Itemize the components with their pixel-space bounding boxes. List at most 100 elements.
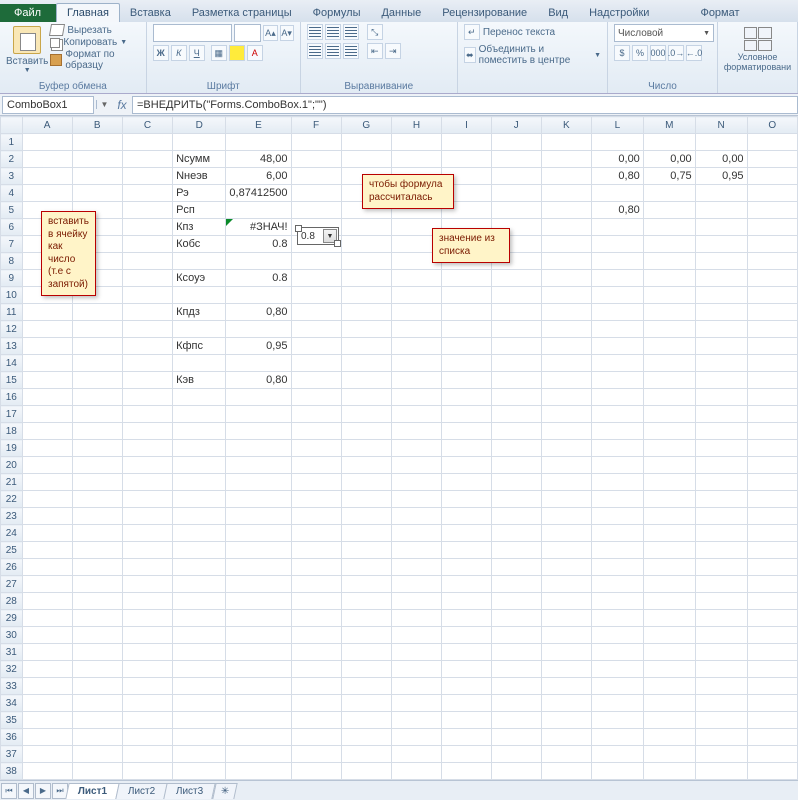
cell-N5[interactable] <box>695 202 747 219</box>
cell-F10[interactable] <box>291 287 341 304</box>
cell-N38[interactable] <box>695 763 747 780</box>
cell-J31[interactable] <box>491 644 541 661</box>
cell-E11[interactable]: 0,80 <box>226 304 291 321</box>
cell-D17[interactable] <box>173 406 226 423</box>
cell-A35[interactable] <box>22 712 72 729</box>
cell-E24[interactable] <box>226 525 291 542</box>
formatpainter-button[interactable]: Формат по образцу <box>50 49 139 71</box>
cell-O17[interactable] <box>747 406 797 423</box>
cell-B34[interactable] <box>72 695 122 712</box>
cell-O13[interactable] <box>747 338 797 355</box>
cell-O6[interactable] <box>747 219 797 236</box>
cell-O19[interactable] <box>747 440 797 457</box>
row-header-25[interactable]: 25 <box>1 542 23 559</box>
cell-K21[interactable] <box>541 474 591 491</box>
cell-C3[interactable] <box>122 168 172 185</box>
cell-E10[interactable] <box>226 287 291 304</box>
cell-E21[interactable] <box>226 474 291 491</box>
cell-D8[interactable] <box>173 253 226 270</box>
cell-D34[interactable] <box>173 695 226 712</box>
select-all-corner[interactable] <box>1 117 23 134</box>
cell-F27[interactable] <box>291 576 341 593</box>
cell-B28[interactable] <box>72 593 122 610</box>
cell-E4[interactable]: 0,87412500 <box>226 185 291 202</box>
cell-L17[interactable] <box>591 406 643 423</box>
cell-D12[interactable] <box>173 321 226 338</box>
cell-N35[interactable] <box>695 712 747 729</box>
cell-B21[interactable] <box>72 474 122 491</box>
cell-N6[interactable] <box>695 219 747 236</box>
cell-J24[interactable] <box>491 525 541 542</box>
cell-L33[interactable] <box>591 678 643 695</box>
row-header-22[interactable]: 22 <box>1 491 23 508</box>
cell-B35[interactable] <box>72 712 122 729</box>
cell-L13[interactable] <box>591 338 643 355</box>
cell-C18[interactable] <box>122 423 172 440</box>
cell-N2[interactable]: 0,00 <box>695 151 747 168</box>
cell-F29[interactable] <box>291 610 341 627</box>
cell-D11[interactable]: Кпдз <box>173 304 226 321</box>
cell-K27[interactable] <box>541 576 591 593</box>
row-header-27[interactable]: 27 <box>1 576 23 593</box>
cell-L38[interactable] <box>591 763 643 780</box>
cell-F28[interactable] <box>291 593 341 610</box>
cell-L37[interactable] <box>591 746 643 763</box>
cell-K34[interactable] <box>541 695 591 712</box>
cell-K12[interactable] <box>541 321 591 338</box>
cell-N31[interactable] <box>695 644 747 661</box>
row-header-36[interactable]: 36 <box>1 729 23 746</box>
tab-formulas[interactable]: Формулы <box>303 4 372 22</box>
cell-G34[interactable] <box>341 695 391 712</box>
cell-N24[interactable] <box>695 525 747 542</box>
cell-K23[interactable] <box>541 508 591 525</box>
cell-L35[interactable] <box>591 712 643 729</box>
cell-L3[interactable]: 0,80 <box>591 168 643 185</box>
cell-O25[interactable] <box>747 542 797 559</box>
cell-F1[interactable] <box>291 134 341 151</box>
cell-C22[interactable] <box>122 491 172 508</box>
cell-O11[interactable] <box>747 304 797 321</box>
dec-decimal-button[interactable]: ←.0 <box>686 45 702 61</box>
cell-J22[interactable] <box>491 491 541 508</box>
row-header-30[interactable]: 30 <box>1 627 23 644</box>
cell-I32[interactable] <box>442 661 492 678</box>
cell-L7[interactable] <box>591 236 643 253</box>
cell-K18[interactable] <box>541 423 591 440</box>
cell-F23[interactable] <box>291 508 341 525</box>
fill-color-button[interactable] <box>229 45 245 61</box>
col-header-G[interactable]: G <box>341 117 391 134</box>
wrap-text-button[interactable]: ↵Перенос текста <box>464 24 601 40</box>
cell-C1[interactable] <box>122 134 172 151</box>
cell-H37[interactable] <box>391 746 441 763</box>
cell-A1[interactable] <box>22 134 72 151</box>
cell-J29[interactable] <box>491 610 541 627</box>
cell-G24[interactable] <box>341 525 391 542</box>
cell-B22[interactable] <box>72 491 122 508</box>
cell-C10[interactable] <box>122 287 172 304</box>
cell-M15[interactable] <box>643 372 695 389</box>
cell-D25[interactable] <box>173 542 226 559</box>
cell-K4[interactable] <box>541 185 591 202</box>
border-button[interactable]: ▦ <box>211 45 227 61</box>
cell-A11[interactable] <box>22 304 72 321</box>
cell-H22[interactable] <box>391 491 441 508</box>
cell-O38[interactable] <box>747 763 797 780</box>
row-header-29[interactable]: 29 <box>1 610 23 627</box>
cell-L28[interactable] <box>591 593 643 610</box>
cell-E17[interactable] <box>226 406 291 423</box>
cell-B17[interactable] <box>72 406 122 423</box>
cell-A18[interactable] <box>22 423 72 440</box>
cell-C31[interactable] <box>122 644 172 661</box>
cell-G16[interactable] <box>341 389 391 406</box>
cell-L8[interactable] <box>591 253 643 270</box>
cell-M37[interactable] <box>643 746 695 763</box>
cell-D16[interactable] <box>173 389 226 406</box>
underline-button[interactable]: Ч <box>189 45 205 61</box>
cell-J26[interactable] <box>491 559 541 576</box>
cell-I17[interactable] <box>442 406 492 423</box>
cell-K29[interactable] <box>541 610 591 627</box>
cell-H39[interactable] <box>391 780 441 781</box>
cell-A30[interactable] <box>22 627 72 644</box>
cell-H1[interactable] <box>391 134 441 151</box>
cell-C32[interactable] <box>122 661 172 678</box>
